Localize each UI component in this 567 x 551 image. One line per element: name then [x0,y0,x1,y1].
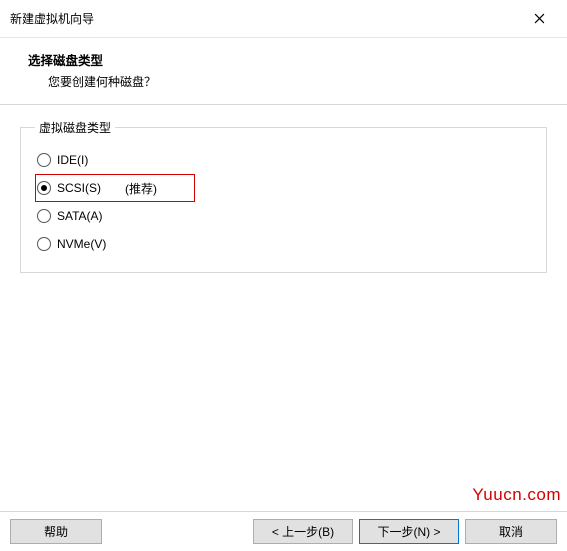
cancel-button[interactable]: 取消 [465,519,557,544]
window-title: 新建虚拟机向导 [10,10,94,27]
disk-type-group: 虚拟磁盘类型 IDE(I) SCSI(S) (推荐) SATA(A) NVMe(… [20,119,547,273]
radio-dot [41,185,47,191]
page-title: 选择磁盘类型 [28,50,543,69]
radio-icon [37,209,51,223]
radio-ide[interactable]: IDE(I) [35,146,532,174]
titlebar: 新建虚拟机向导 [0,0,567,38]
wizard-header: 选择磁盘类型 您要创建何种磁盘？ [0,38,567,104]
close-button[interactable] [523,5,555,33]
radio-icon [37,237,51,251]
radio-sata[interactable]: SATA(A) [35,202,532,230]
watermark: Yuucn.com [472,485,561,505]
radio-scsi[interactable]: SCSI(S) (推荐) [35,174,195,202]
content-area: 虚拟磁盘类型 IDE(I) SCSI(S) (推荐) SATA(A) NVMe(… [0,105,567,273]
radio-nvme[interactable]: NVMe(V) [35,230,532,258]
radio-icon-selected [37,181,51,195]
back-button[interactable]: < 上一步(B) [253,519,353,544]
recommended-label: (推荐) [125,180,157,197]
radio-label-sata: SATA(A) [57,209,103,223]
radio-label-scsi: SCSI(S) [57,181,101,195]
radio-label-nvme: NVMe(V) [57,237,106,251]
page-subtitle: 您要创建何种磁盘？ [28,73,543,90]
close-icon [534,13,545,24]
footer: 帮助 < 上一步(B) 下一步(N) > 取消 [0,511,567,551]
radio-icon [37,153,51,167]
help-button[interactable]: 帮助 [10,519,102,544]
group-legend: 虚拟磁盘类型 [35,119,115,136]
radio-label-ide: IDE(I) [57,153,88,167]
next-button[interactable]: 下一步(N) > [359,519,459,544]
